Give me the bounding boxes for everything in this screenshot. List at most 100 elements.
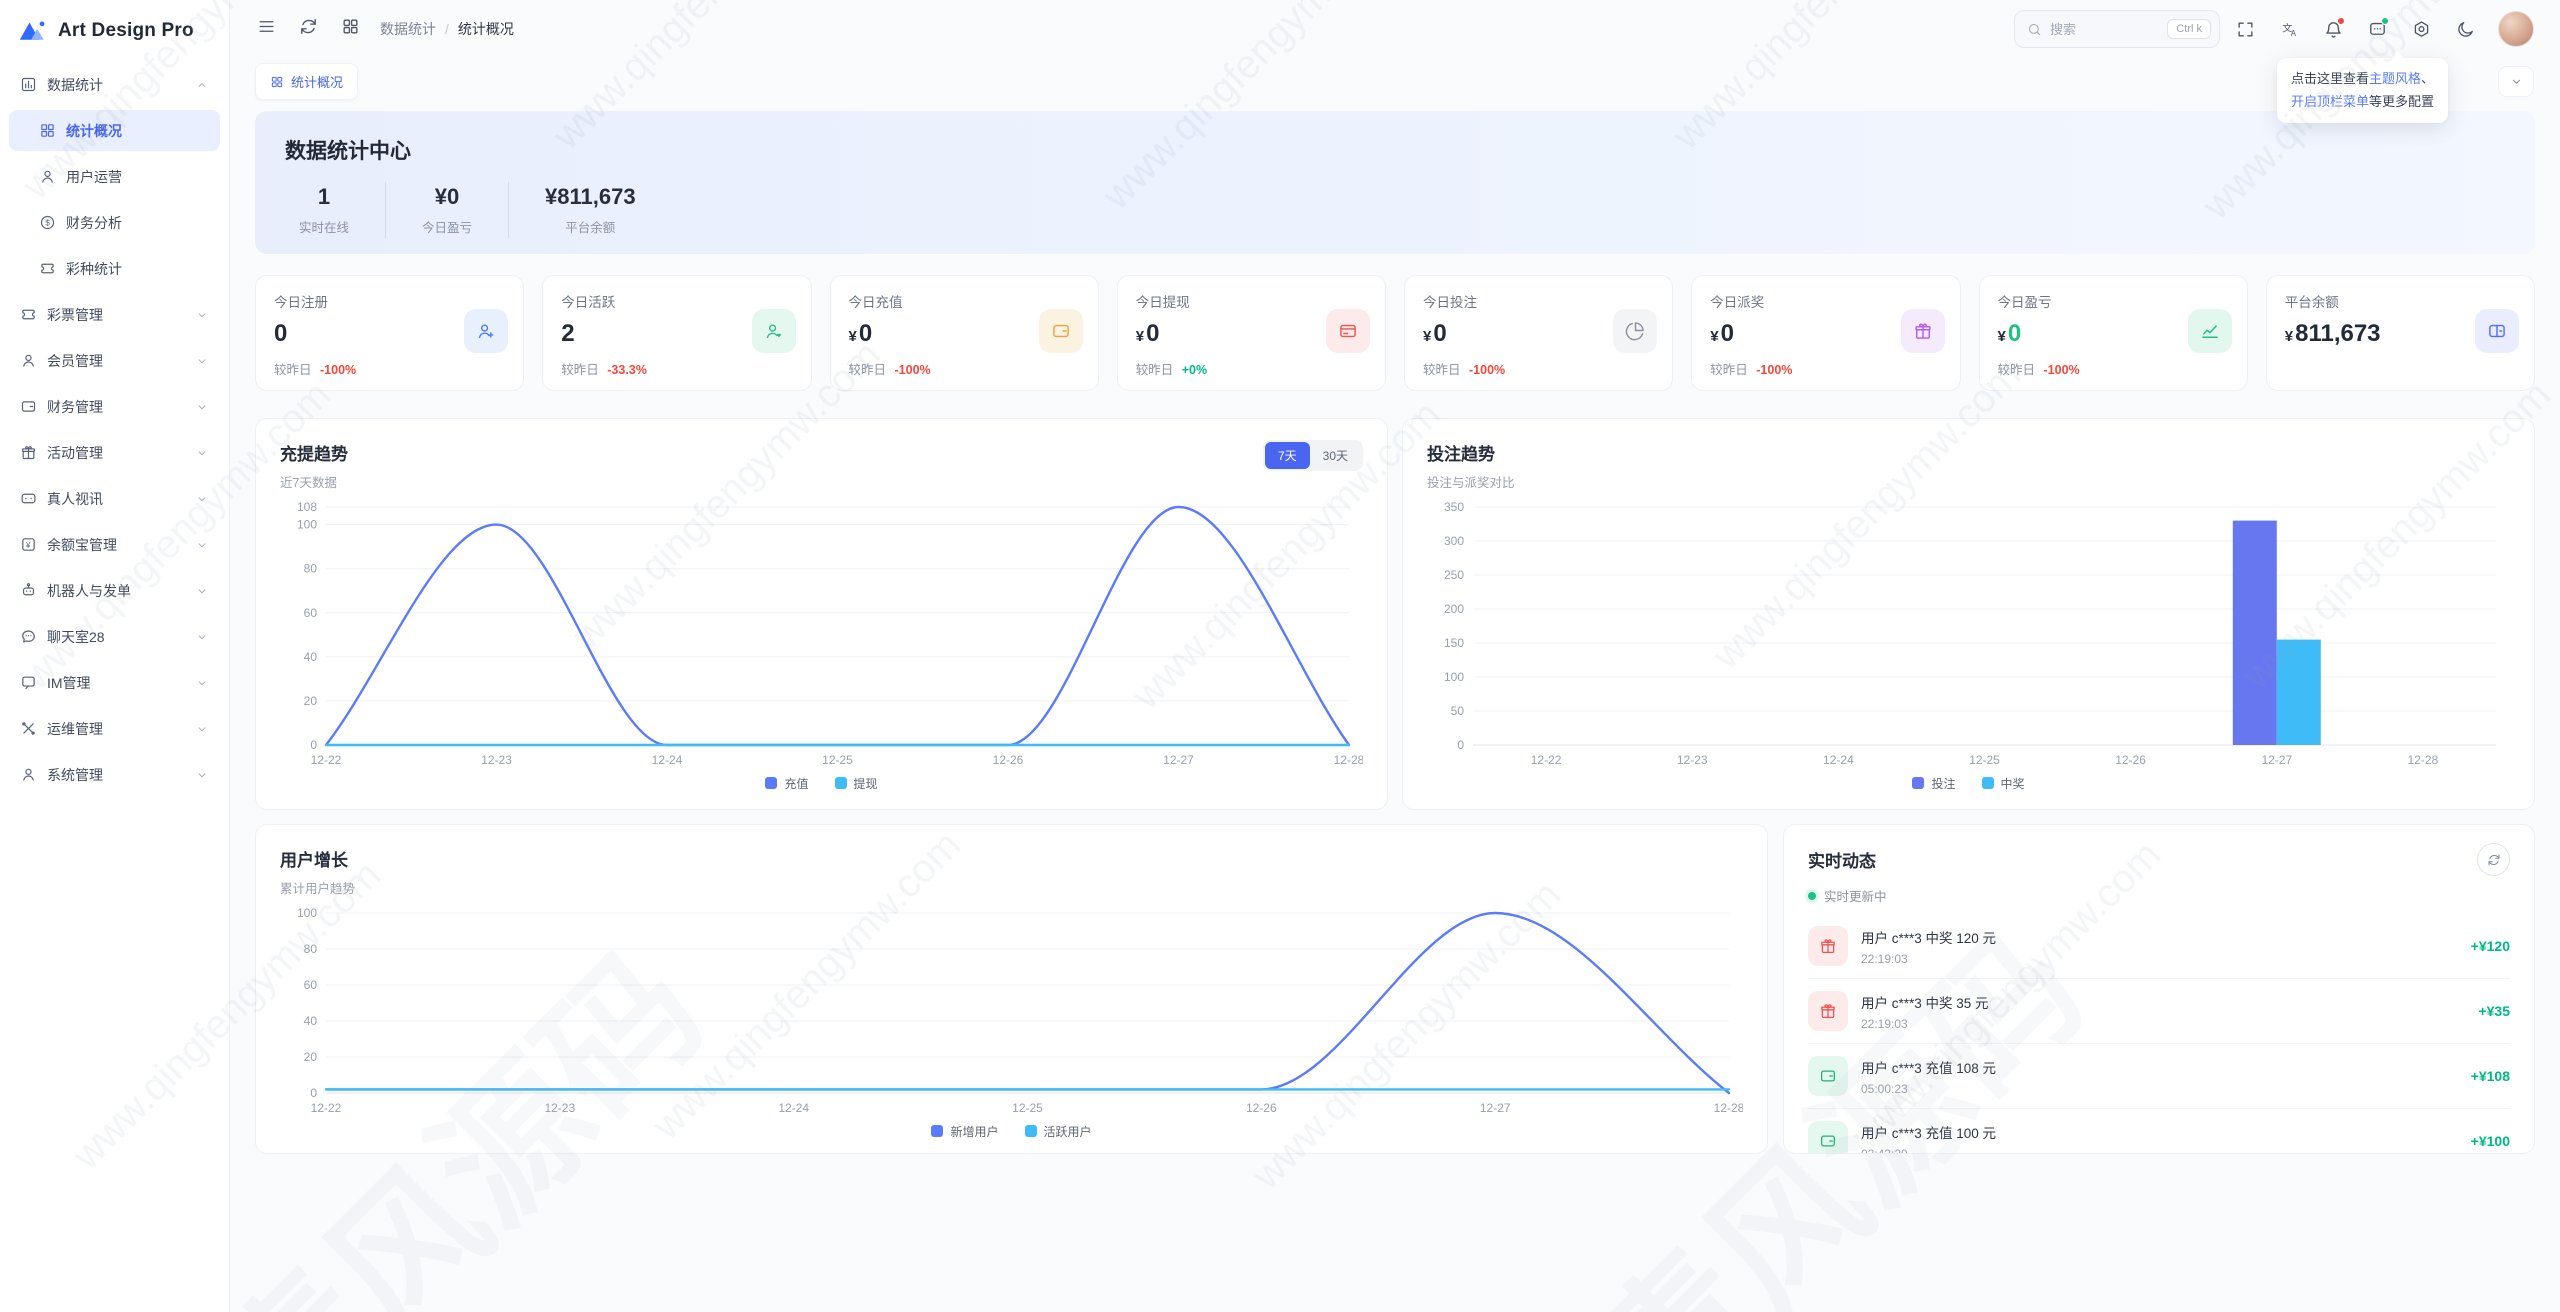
- sidebar-item[interactable]: 机器人与发单: [9, 570, 220, 611]
- sidebar-item[interactable]: 聊天室28: [9, 616, 220, 657]
- legend-item[interactable]: 中奖: [1981, 775, 2025, 792]
- activity-item: 用户 c***3 中奖 35 元 22:19:03 +¥35: [1808, 979, 2510, 1044]
- chart-legend: 新增用户 活跃用户: [280, 1119, 1743, 1143]
- app-root: Art Design Pro 数据统计 统计概况 用户运营 $ 财务分析 彩种统…: [0, 0, 2560, 1312]
- sidebar-item[interactable]: 财务管理: [9, 386, 220, 427]
- bet-trend-plot: 0 50 100 150 200 250 300 350 12-22 12-23 12-24 12-2…: [1427, 495, 2510, 771]
- range-toggle: 7天 30天: [1262, 440, 1363, 471]
- compare-value: -100%: [2043, 363, 2080, 377]
- sidebar-item[interactable]: 数据统计: [9, 64, 220, 105]
- robot-icon: [20, 582, 37, 599]
- tooltip-text: 点击这里查看: [2290, 71, 2369, 86]
- svg-text:12-23: 12-23: [481, 753, 512, 767]
- sidebar-item[interactable]: 统计概况: [9, 110, 220, 151]
- sidebar-item[interactable]: IM管理: [9, 662, 220, 703]
- legend-item[interactable]: 提现: [834, 775, 878, 792]
- settings-button[interactable]: [2402, 10, 2440, 48]
- svg-text:¥: ¥: [25, 541, 31, 550]
- legend-item[interactable]: 新增用户: [931, 1123, 999, 1140]
- tooltip-text: 等更多配置: [2368, 94, 2434, 110]
- app-logo[interactable]: Art Design Pro: [0, 0, 229, 58]
- charts-row: 充提趋势 近7天数据 7天 30天 0 20 40 60 80 100 108 12-22 12…: [255, 418, 2535, 810]
- svg-text:108: 108: [297, 500, 317, 514]
- svg-text:250: 250: [1444, 568, 1464, 582]
- chevron-down-icon: [195, 630, 209, 644]
- apps-grid-button[interactable]: [332, 11, 368, 47]
- gift-icon: [1808, 991, 1848, 1031]
- refresh-icon: [2487, 853, 2501, 867]
- svg-text:200: 200: [1444, 602, 1464, 616]
- sidebar-item[interactable]: 用户运营: [9, 156, 220, 197]
- main-area: 数据统计 / 统计概况 Ctrl k 文A 统计概况: [230, 0, 2560, 1312]
- language-button[interactable]: 文A: [2270, 10, 2308, 48]
- legend-item[interactable]: 充值: [765, 775, 809, 792]
- svg-text:12-24: 12-24: [1823, 753, 1854, 767]
- compare-row: 较昨日 -100%: [848, 363, 931, 377]
- recharge-trend-plot: 0 20 40 60 80 100 108 12-22 12-23 12-24 12-25 12-26…: [280, 495, 1363, 771]
- range-30d-button[interactable]: 30天: [1310, 442, 1361, 469]
- moon-icon: [2456, 20, 2475, 39]
- finance-icon: $: [39, 214, 56, 231]
- sidebar-item[interactable]: 真人视讯: [9, 478, 220, 519]
- message-dot: [2381, 17, 2389, 25]
- svg-text:50: 50: [1451, 704, 1465, 718]
- notifications-button[interactable]: [2314, 10, 2352, 48]
- gear-icon: [2412, 20, 2431, 39]
- tabbar-collapse-button[interactable]: [2498, 66, 2534, 97]
- theme-style-link[interactable]: 主题风格: [2369, 71, 2421, 86]
- svg-text:100: 100: [1444, 670, 1464, 684]
- refresh-page-button[interactable]: [290, 11, 326, 47]
- chevron-down-icon: [195, 676, 209, 690]
- activity-text: 用户 c***3 中奖 35 元: [1861, 995, 1989, 1011]
- fullscreen-button[interactable]: [2226, 10, 2264, 48]
- activity-item: 用户 c***3 充值 108 元 05:00:23 +¥108: [1808, 1044, 2510, 1109]
- svg-text:12-27: 12-27: [2261, 753, 2292, 767]
- sidebar-item[interactable]: 活动管理: [9, 432, 220, 473]
- search-icon: [2027, 22, 2042, 37]
- compare-row: 较昨日 -100%: [1997, 363, 2080, 377]
- ops-icon: [20, 720, 37, 737]
- sidebar-item[interactable]: 彩票管理: [9, 294, 220, 335]
- sidebar-item[interactable]: 系统管理: [9, 754, 220, 795]
- activity-refresh-button[interactable]: [2477, 843, 2510, 876]
- range-7d-button[interactable]: 7天: [1264, 442, 1310, 469]
- stat-label: 今日盈亏: [1997, 295, 2052, 310]
- gift-icon: [1808, 926, 1848, 966]
- collapse-sidebar-button[interactable]: [248, 11, 284, 47]
- compare-row: 较昨日 -33.3%: [561, 363, 647, 377]
- breadcrumb-parent[interactable]: 数据统计: [380, 19, 436, 39]
- messages-button[interactable]: [2358, 10, 2396, 48]
- svg-text:12-22: 12-22: [311, 1101, 342, 1115]
- legend-item[interactable]: 活跃用户: [1024, 1123, 1092, 1140]
- legend-item[interactable]: 投注: [1912, 775, 1956, 792]
- global-search[interactable]: Ctrl k: [2014, 10, 2220, 48]
- hero-stats: 1 实时在线 ¥0 今日盈亏 ¥811,673 平台余额: [285, 182, 2505, 238]
- wallet-icon: [1808, 1056, 1848, 1096]
- svg-text:12-28: 12-28: [1714, 1101, 1743, 1115]
- user-avatar[interactable]: [2498, 11, 2534, 47]
- bet-trend-card: 投注趋势 投注与派奖对比 0 50 100 150 200 250 300 350 12-22 1…: [1402, 418, 2535, 810]
- sidebar-item[interactable]: 会员管理: [9, 340, 220, 381]
- sidebar-item[interactable]: 彩种统计: [9, 248, 220, 289]
- chevron-down-icon: [195, 400, 209, 414]
- svg-text:12-26: 12-26: [993, 753, 1024, 767]
- chart-icon: [20, 76, 37, 93]
- activity-text: 用户 c***3 充值 100 元: [1861, 1125, 1997, 1141]
- activity-amount: +¥108: [2470, 1068, 2510, 1084]
- stat-label: 今日提现: [1135, 295, 1190, 310]
- compare-row: 较昨日 -100%: [274, 363, 357, 377]
- svg-text:40: 40: [304, 1014, 318, 1028]
- hero-stat: ¥811,673 平台余额: [508, 182, 672, 238]
- tab-statistics-overview[interactable]: 统计概况: [255, 63, 359, 100]
- search-input[interactable]: [2050, 21, 2140, 37]
- dark-mode-button[interactable]: [2446, 10, 2484, 48]
- sidebar-item[interactable]: $ 财务分析: [9, 202, 220, 243]
- chatroom-icon: [20, 628, 37, 645]
- svg-text:12-24: 12-24: [652, 753, 683, 767]
- topbar-menu-link[interactable]: 开启顶栏菜单: [2291, 94, 2369, 109]
- balance-icon: [2475, 309, 2519, 353]
- sidebar-item[interactable]: ¥ 余额宝管理: [9, 524, 220, 565]
- sidebar-item[interactable]: 运维管理: [9, 708, 220, 749]
- stat-cards-row: 今日注册 0 较昨日 -100% 今日活跃 2 较昨日 -33.3% 今日充值 …: [255, 275, 2535, 391]
- yen-icon: ¥: [20, 536, 37, 553]
